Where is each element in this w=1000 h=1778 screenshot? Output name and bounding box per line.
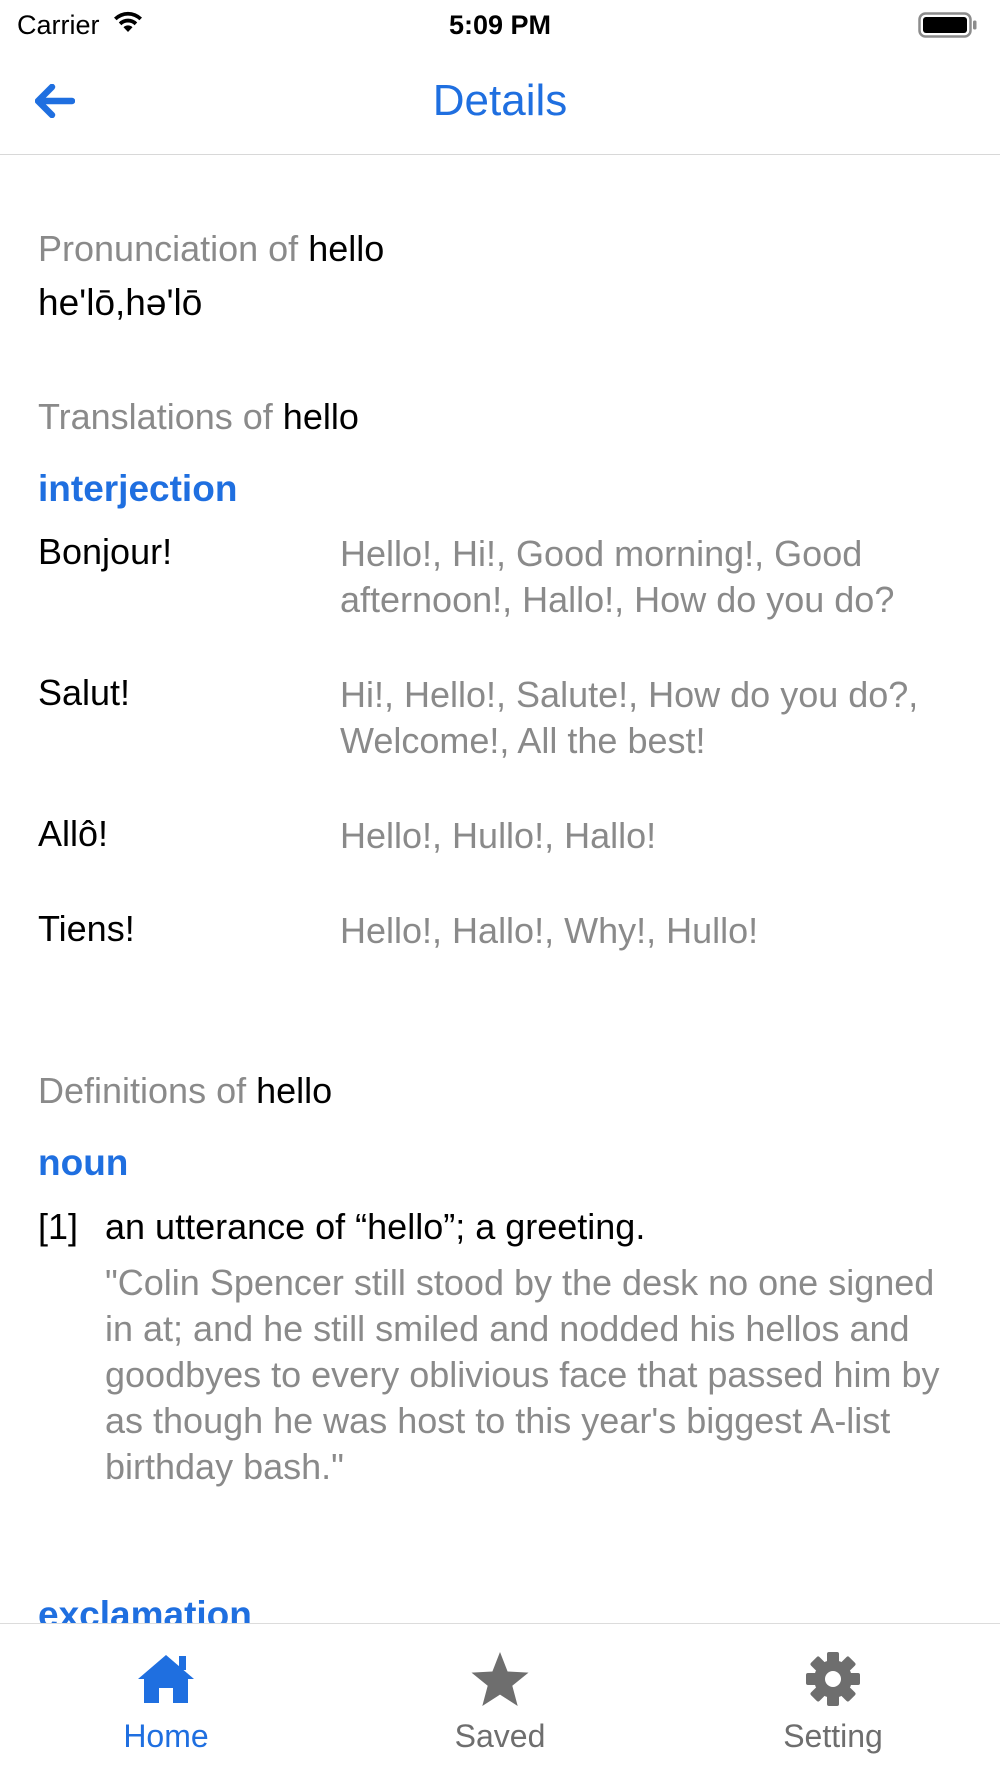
definition-text: an utterance of “hello”; a greeting. <box>105 1206 646 1247</box>
tab-setting[interactable]: Setting <box>733 1650 933 1760</box>
navigation-bar: Details <box>0 52 1000 155</box>
translations-heading-prefix: Translations of <box>38 396 273 437</box>
definitions-heading-word: hello <box>256 1070 333 1111</box>
details-content[interactable]: Pronunciation of hello he'lō,hə'lō Trans… <box>0 156 1000 1623</box>
battery-icon <box>918 11 978 44</box>
next-part-of-speech: exclamation <box>38 1594 252 1623</box>
pronunciation-heading-word: hello <box>308 228 385 269</box>
pronunciation-heading: Pronunciation of hello <box>38 228 384 270</box>
star-icon <box>400 1650 600 1710</box>
translation-meanings: Hello!, Hullo!, Hallo! <box>340 815 657 856</box>
tab-saved-label: Saved <box>454 1718 546 1754</box>
translations-part-of-speech: interjection <box>38 468 238 509</box>
status-bar: Carrier 5:09 PM <box>0 0 1000 52</box>
definition-example: "Colin Spencer still stood by the desk n… <box>105 1262 940 1487</box>
definitions-part-of-speech: noun <box>38 1142 129 1183</box>
tab-saved[interactable]: Saved <box>400 1650 600 1760</box>
gear-icon <box>733 1650 933 1710</box>
status-time: 5:09 PM <box>448 10 552 40</box>
tab-home-label: Home <box>123 1718 209 1754</box>
translation-word: Bonjour! <box>38 531 173 572</box>
translation-meanings: Hi!, Hello!, Salute!, How do you do?, We… <box>340 674 919 761</box>
translations-heading-word: hello <box>282 396 359 437</box>
translations-heading: Translations of hello <box>38 396 359 438</box>
pronunciation-text: he'lō,hə'lō <box>38 282 203 323</box>
translation-word: Tiens! <box>38 908 135 949</box>
definitions-heading-prefix: Definitions of <box>38 1070 247 1111</box>
definition-number: [1] <box>38 1206 79 1247</box>
tab-home[interactable]: Home <box>66 1650 266 1760</box>
translation-word: Allô! <box>38 813 109 854</box>
pronunciation-heading-prefix: Pronunciation of <box>38 228 299 269</box>
details-screen: Carrier 5:09 PM Details Pronunciation of… <box>0 0 1000 1778</box>
translation-word: Salut! <box>38 672 131 713</box>
translation-meanings: Hello!, Hi!, Good morning!, Good afterno… <box>340 533 895 620</box>
definitions-heading: Definitions of hello <box>38 1070 332 1112</box>
translation-meanings: Hello!, Hallo!, Why!, Hullo! <box>340 910 759 951</box>
tab-bar: Home Saved Setting <box>0 1623 1000 1778</box>
tab-setting-label: Setting <box>783 1718 883 1754</box>
home-icon <box>66 1650 266 1710</box>
page-title: Details <box>432 76 568 125</box>
